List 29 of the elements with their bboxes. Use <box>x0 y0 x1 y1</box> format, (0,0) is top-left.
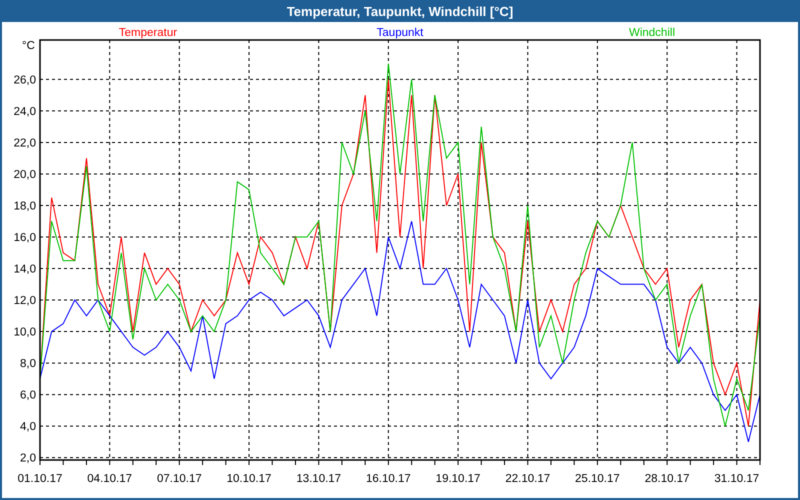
y-axis-label: 22,0 <box>14 137 36 150</box>
y-axis-label: 8,0 <box>20 358 36 370</box>
y-axis-label: 18,0 <box>14 200 36 212</box>
x-axis-label: 13.10.17 <box>296 473 342 485</box>
y-axis-label: 6,0 <box>20 390 36 402</box>
x-axis-label: 31.10.17 <box>714 473 760 485</box>
y-axis-label: 4,0 <box>20 421 36 434</box>
x-axis-label: 04.10.17 <box>87 473 132 485</box>
y-axis-label: 26,0 <box>14 74 36 86</box>
unit-label: °C <box>22 40 35 52</box>
window-title: Temperatur, Taupunkt, Windchill [°C] <box>0 0 800 22</box>
x-axis-label: 16.10.17 <box>366 473 411 485</box>
x-axis-label: 22.10.17 <box>505 473 550 485</box>
y-axis-label: 12,0 <box>14 295 36 308</box>
x-axis-label: 19.10.17 <box>436 473 480 485</box>
x-axis-label: 07.10.17 <box>156 473 202 485</box>
x-axis-label: 10.10.17 <box>226 473 272 485</box>
legend-label: Taupunkt <box>376 27 424 39</box>
y-axis-label: 20,0 <box>14 168 36 181</box>
y-axis-label: 10,0 <box>14 326 36 339</box>
legend-label: Temperatur <box>118 27 178 39</box>
legend-label: Windchill <box>629 27 675 39</box>
y-axis-label: 16,0 <box>14 232 36 244</box>
y-axis-label: 14,0 <box>14 264 36 276</box>
y-axis-label: 24,0 <box>14 106 36 118</box>
x-axis-label: 01.10.17 <box>18 473 62 485</box>
y-axis-label: 2,0 <box>20 452 36 465</box>
x-axis-label: 28.10.17 <box>644 473 690 485</box>
x-axis-label: 25.10.17 <box>575 473 620 485</box>
